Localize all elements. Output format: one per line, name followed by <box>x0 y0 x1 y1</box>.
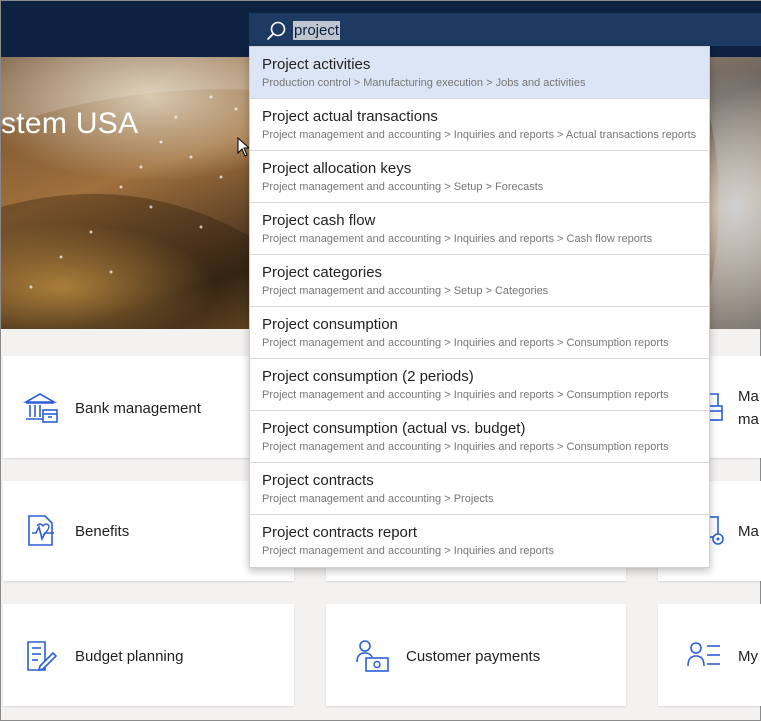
search-result-title: Project contracts <box>262 472 374 489</box>
search-result-path: Project management and accounting > Setu… <box>262 285 549 297</box>
budget-planning-icon <box>27 641 58 672</box>
search-result-title: Project consumption (2 periods) <box>262 368 474 385</box>
search-result-path: Project management and accounting > Inqu… <box>262 337 669 349</box>
search-result-item[interactable]: Project actual transactions Project manag… <box>250 99 709 151</box>
search-result-title: Project consumption (actual vs. budget) <box>262 420 526 437</box>
search-results-dropdown: Project activities Production control > M… <box>249 46 710 568</box>
tile-label: Bank management <box>75 400 201 417</box>
search-result-path: Project management and accounting > Inqu… <box>262 389 669 401</box>
search-result-path: Production control > Manufacturing execu… <box>262 77 586 89</box>
tile-label: Ma <box>738 388 759 405</box>
tile-label: ma <box>738 411 759 428</box>
search-result-item[interactable]: Project consumption (actual vs. budget) P… <box>250 411 709 463</box>
tile-customer-payments[interactable]: Customer payments <box>326 604 626 706</box>
tile-right-bottom[interactable]: My <box>658 604 761 706</box>
search-result-path: Project management and accounting > Inqu… <box>262 545 554 557</box>
tile-label: My <box>738 648 758 665</box>
search-result-path: Project management and accounting > Inqu… <box>262 233 653 245</box>
search-result-path: Project management and accounting > Proj… <box>262 493 494 505</box>
customer-payments-icon <box>356 640 389 672</box>
tile-label: Ma <box>738 523 759 540</box>
search-result-title: Project allocation keys <box>262 160 412 177</box>
search-result-item[interactable]: Project consumption (2 periods) Project m… <box>250 359 709 411</box>
search-result-item[interactable]: Project categories Project management and… <box>250 255 709 307</box>
person-list-icon <box>687 642 720 667</box>
tile-label: Budget planning <box>75 648 184 665</box>
search-result-item[interactable]: Project contracts report Project manageme… <box>250 515 709 567</box>
search-result-item[interactable]: Project cash flow Project management and … <box>250 203 709 255</box>
tile-label: Customer payments <box>406 648 541 665</box>
search-result-path: Project management and accounting > Setu… <box>262 181 544 193</box>
bank-icon <box>23 393 58 423</box>
search-result-title: Project consumption <box>262 316 398 333</box>
benefits-document-icon <box>28 515 54 546</box>
tile-label: Benefits <box>75 523 130 540</box>
search-result-title: Project cash flow <box>262 212 376 229</box>
search-result-path: Project management and accounting > Inqu… <box>262 129 697 141</box>
search-result-path: Project management and accounting > Inqu… <box>262 441 669 453</box>
search-result-title: Project categories <box>262 264 383 281</box>
search-result-title: Project contracts report <box>262 524 418 541</box>
search-result-item[interactable]: Project contracts Project management and … <box>250 463 709 515</box>
search-result-item[interactable]: Project allocation keys Project managemen… <box>250 151 709 203</box>
search-result-title: Project actual transactions <box>262 108 438 125</box>
search-icon <box>266 21 286 41</box>
search-result-title: Project activities <box>262 56 371 73</box>
hero-title: stem USA <box>1 107 139 140</box>
search-input[interactable]: project <box>293 21 341 40</box>
search-result-item[interactable]: Project consumption Project management an… <box>250 307 709 359</box>
tile-budget-planning[interactable]: Budget planning <box>3 604 294 706</box>
search-result-item[interactable]: Project activities Production control > M… <box>250 47 709 99</box>
